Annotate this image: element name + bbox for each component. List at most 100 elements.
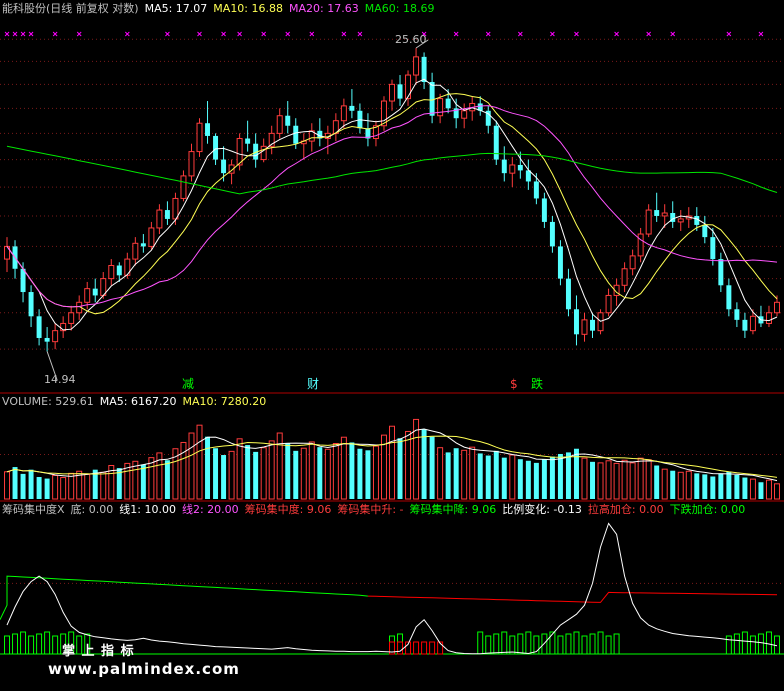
ma5-line [6, 78, 778, 331]
volume-bar-down [541, 459, 547, 499]
candle-body-up [260, 145, 267, 161]
low-price-label: 14.94 [44, 373, 76, 386]
volume-bar-up [372, 445, 379, 500]
volume-bar-down [493, 450, 499, 499]
indicator-green-bar [477, 631, 484, 655]
volume-bar-up [268, 440, 275, 500]
indicator-green-bar [525, 631, 532, 655]
grid-lines [0, 38, 784, 584]
watermark-title: 掌 上 指 标 [62, 644, 135, 659]
candle-body-up [621, 268, 628, 286]
indicator-green-bar [509, 635, 516, 655]
volume-bar-down [20, 473, 26, 499]
cross-marker [197, 31, 202, 37]
volume-bar-up [4, 471, 10, 500]
volume-bar-up [228, 450, 235, 500]
volume-bar-down [517, 459, 523, 499]
candle-body-up [405, 74, 412, 100]
candle-body-down [702, 224, 708, 238]
volume-bar-down [213, 448, 219, 499]
cross-marker [237, 31, 242, 37]
volume-bar-up [236, 438, 243, 500]
candle-body-down [590, 319, 596, 331]
indicator-green-bar [517, 633, 524, 655]
volume-bar-down [140, 464, 146, 499]
candle-body-down [710, 237, 716, 260]
indicator-green-bar [565, 633, 572, 655]
candle-body-down [557, 246, 563, 279]
cross-marker [309, 31, 315, 37]
volume-bar-down [525, 460, 531, 499]
cross-marker [12, 31, 18, 37]
volume-bar-down [12, 467, 18, 499]
volume-panel-header: VOLUME: 529.61 MA5: 6167.20 MA10: 7280.20 [2, 395, 272, 409]
cross-marker [453, 31, 459, 37]
candle-body-up [645, 209, 652, 235]
candle-body-up [605, 294, 612, 314]
cross-marker [285, 31, 291, 37]
cross-marker [52, 31, 58, 37]
candle-body-down [92, 288, 98, 296]
moving-average-lines [6, 78, 778, 331]
volume-ma10-legend: MA10: 7280.20 [182, 395, 267, 408]
candle-body-up [677, 218, 684, 223]
volume-bar-up [677, 471, 684, 500]
indicator-slow-line-red [367, 591, 778, 603]
high-price-label: 25.60 [395, 33, 427, 46]
indicator-green-bar [741, 631, 748, 655]
volume-bar-down [453, 448, 459, 499]
candle-body-up [148, 227, 155, 247]
candle-body-up [774, 301, 780, 314]
candle-body-up [276, 115, 283, 134]
volume-bar-down [565, 452, 571, 499]
main-panel-header: 能科股份(日线 前复权 对数) MA5: 17.07 MA10: 16.88 MA20… [2, 2, 440, 16]
cross-marker [517, 31, 523, 37]
candle-body-up [661, 212, 668, 217]
watermark-url: www.palmindex.com [48, 660, 240, 678]
indicator-rise: 筹码集中升: - [337, 503, 404, 516]
volume-legend: VOLUME: 529.61 [2, 395, 94, 408]
indicator-green-bar [725, 635, 732, 655]
candle-body-up [84, 288, 91, 303]
candle-body-up [581, 319, 588, 335]
volume-bar-down [702, 474, 708, 499]
candle-body-down [245, 138, 251, 144]
volume-bar-up [509, 454, 516, 500]
candle-body-down [20, 268, 26, 293]
indicator-green-bar [765, 631, 772, 655]
candle-body-up [188, 151, 195, 177]
ma10-legend: MA10: 16.88 [213, 2, 284, 15]
candle-body-down [517, 164, 523, 171]
volume-bar-up [661, 468, 668, 500]
indicator-green-bar [757, 633, 764, 655]
candle-body-up [52, 330, 59, 343]
volume-bar-down [28, 469, 34, 499]
cross-marker [341, 31, 347, 37]
candle-body-down [421, 56, 427, 83]
candle-body-down [205, 123, 211, 136]
volume-bar-down [245, 445, 251, 499]
volume-bar-up [437, 447, 444, 500]
candle-body-down [293, 125, 299, 144]
candle-body-down [349, 105, 355, 111]
indicator-green-bar [389, 635, 395, 655]
candle-body-up [108, 265, 115, 280]
indicator-main-line [6, 522, 778, 655]
volume-bar-up [100, 471, 107, 500]
volume-bar-down [221, 455, 227, 499]
volume-bar-down [590, 461, 596, 499]
cross-marker [76, 31, 82, 37]
volume-bar-down [549, 456, 555, 499]
candle-body-down [718, 259, 724, 286]
candle-body-up [437, 98, 444, 117]
stock-title: 能科股份(日线 前复权 对数) [2, 2, 139, 15]
candle-body-up [156, 209, 163, 229]
indicator-green-bar [20, 631, 27, 655]
candle-body-up [749, 315, 756, 332]
volume-bar-up [581, 457, 588, 500]
marker-jian: 减 [182, 377, 195, 391]
volume-bar-down [253, 451, 259, 499]
marker-dollar: $ [510, 377, 518, 391]
volume-bar-down [285, 442, 291, 499]
volume-bar-up [196, 424, 203, 500]
